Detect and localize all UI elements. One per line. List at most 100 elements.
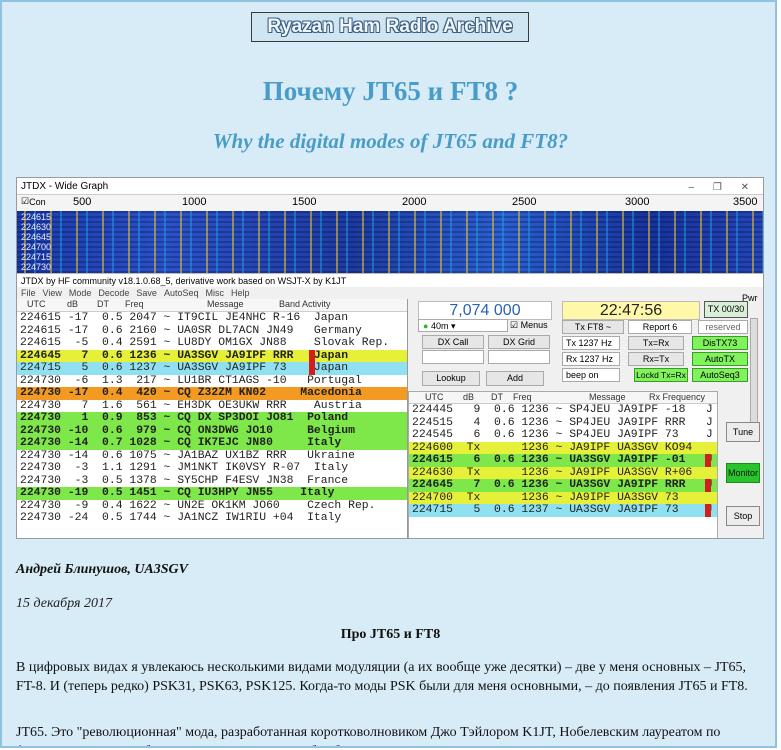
row-text: 224700 Tx 1236 ~ JA9IPF UA3SGV 73: [412, 491, 679, 504]
highlight-marker: [705, 479, 711, 492]
table-row[interactable]: 224615 -17 0.6 2160 ~ UA0SR DL7ACN JN49 …: [17, 324, 407, 337]
highlight-marker: [705, 504, 711, 517]
lookup-button[interactable]: Lookup: [422, 371, 480, 386]
row-text: 224645 7 0.6 1236 ~ UA3SGV JA9IPF RRR Ja…: [20, 349, 349, 362]
table-row[interactable]: 224730 -3 1.1 1291 ~ JM1NKT IK0VSY R-07 …: [17, 462, 407, 475]
table-row[interactable]: 224615 -17 0.5 2047 ~ IT9CIL JE4NHC R-16…: [17, 312, 407, 325]
rx-frequency-pane[interactable]: UTC dB DT Freq Message Rx Frequency 2244…: [408, 391, 718, 538]
rx-frequency-title: Rx Frequency: [649, 392, 706, 402]
menu-item[interactable]: File: [21, 288, 36, 298]
table-row[interactable]: 224730 -3 0.5 1378 ~ SY5CHP F4ESV JN38 F…: [17, 474, 407, 487]
waterfall-display[interactable]: 224615 224630 224645 224700 224715 22473…: [17, 211, 763, 273]
row-text: 224730 -17 0.4 420 ~ CQ Z32ZM KN02 Maced…: [20, 387, 362, 399]
table-row[interactable]: 224615 6 0.6 1236 ~ UA3SGV JA9IPF -01 J: [409, 454, 717, 467]
waterfall-row-label: 224630: [21, 222, 52, 232]
menu-item[interactable]: View: [43, 288, 62, 298]
waterfall-row-label: 224700: [21, 242, 52, 252]
row-text: 224600 Tx 1236 ~ JA9IPF UA3SGV KO94: [412, 441, 693, 454]
table-row[interactable]: 224715 5 0.6 1237 ~ UA3SGV JA9IPF 73 Jap…: [17, 362, 407, 375]
table-row[interactable]: 224515 4 0.6 1236 ~ SP4JEU JA9IPF RRR J: [409, 416, 717, 429]
col-utc: UTC: [425, 392, 444, 402]
scale-label: 3500: [733, 196, 758, 208]
row-text: 224615 6 0.6 1236 ~ UA3SGV JA9IPF -01 J: [412, 454, 713, 466]
band-activity-pane[interactable]: UTC dB DT Freq Message Band Activity 224…: [17, 299, 408, 538]
table-row[interactable]: 224700 Tx 1236 ~ JA9IPF UA3SGV 73: [409, 491, 717, 504]
autoseq3-button[interactable]: AutoSeq3: [692, 368, 748, 382]
col-freq: Freq: [125, 299, 144, 309]
control-panel: 7,074 000 22:47:56 TX 00/30 ● 40m ▾ ☑ Me…: [408, 293, 763, 391]
row-text: 224730 -14 0.7 1028 ~ CQ IK7EJC JN80 Ita…: [20, 437, 342, 449]
table-row[interactable]: 224645 7 0.6 1236 ~ UA3SGV JA9IPF RRR Ja…: [17, 349, 407, 362]
menu-item[interactable]: Save: [136, 288, 157, 298]
band-activity-list: 224615 -17 0.5 2047 ~ IT9CIL JE4NHC R-16…: [17, 312, 407, 525]
menu-item[interactable]: Misc: [205, 288, 224, 298]
row-text: 224615 -17 0.5 2047 ~ IT9CIL JE4NHC R-16…: [20, 312, 349, 324]
wide-graph-titlebar: JTDX - Wide Graph – ❐ ✕: [17, 178, 763, 195]
report-spinbox[interactable]: Report 6: [628, 320, 692, 334]
add-button[interactable]: Add: [486, 371, 544, 386]
band-activity-header: UTC dB DT Freq Message Band Activity: [17, 299, 407, 312]
stop-button[interactable]: Stop: [726, 506, 760, 526]
rx-equals-tx-button[interactable]: Rx=Tx: [628, 352, 684, 366]
waterfall-row-label: 224715: [21, 252, 52, 262]
clock-display: 22:47:56: [562, 301, 700, 320]
row-text: 224615 -17 0.6 2160 ~ UA0SR DL7ACN JN49 …: [20, 324, 362, 337]
table-row[interactable]: 224730 -10 0.6 979 ~ CQ ON3DWG JO10 Belg…: [17, 424, 407, 437]
menus-checkbox[interactable]: ☑ Menus: [510, 319, 550, 332]
table-row[interactable]: 224645 7 0.6 1236 ~ UA3SGV JA9IPF RRR J: [409, 479, 717, 492]
table-row[interactable]: 224730 7 1.6 561 ~ EH3DK OE3UKW RRR Aust…: [17, 399, 407, 412]
paragraph: JT65. Это "революционная" мода, разработ…: [16, 725, 721, 746]
table-row[interactable]: 224730 -6 1.3 217 ~ LU1BR CT1AGS -10 Por…: [17, 374, 407, 387]
dx-call-input[interactable]: [422, 350, 484, 364]
window-buttons-icon[interactable]: – ❐ ✕: [689, 179, 757, 196]
tune-button[interactable]: Tune: [726, 422, 760, 442]
jtdx-screenshot: JTDX - Wide Graph – ❐ ✕ ☑ Con 500 1000 1…: [16, 177, 764, 539]
frequency-scale: ☑ Con 500 1000 1500 2000 2500 3000 3500: [17, 195, 763, 211]
table-row[interactable]: 224730 -17 0.4 420 ~ CQ Z32ZM KN02 Maced…: [17, 387, 407, 400]
table-row[interactable]: 224715 5 0.6 1237 ~ UA3SGV JA9IPF 73 J: [409, 504, 717, 517]
table-row[interactable]: 224730 -19 0.5 1451 ~ CQ IU3HPY JN55 Ita…: [17, 487, 407, 500]
beep-select[interactable]: beep on: [562, 368, 620, 382]
table-row[interactable]: 224445 9 0.6 1236 ~ SP4JEU JA9IPF -18 J: [409, 404, 717, 417]
tx-mode-button[interactable]: Tx FT8 ~: [562, 320, 624, 334]
table-row[interactable]: 224615 -5 0.4 2591 ~ LU8DY OM1GX JN88 Sl…: [17, 337, 407, 350]
monitor-button[interactable]: Monitor: [726, 463, 760, 483]
table-row[interactable]: 224730 -14 0.6 1075 ~ JA1BAZ UX1BZ RRR U…: [17, 449, 407, 462]
row-text: 224730 -19 0.5 1451 ~ CQ IU3HPY JN55 Ita…: [20, 487, 335, 499]
autotx-button[interactable]: AutoTX: [692, 352, 748, 366]
row-text: 224615 -5 0.4 2591 ~ LU8DY OM1GX JN88 Sl…: [20, 337, 390, 349]
row-text: 224730 7 1.6 561 ~ EH3DK OE3UKW RRR Aust…: [20, 399, 362, 412]
table-row[interactable]: 224730 -14 0.7 1028 ~ CQ IK7EJC JN80 Ita…: [17, 437, 407, 450]
row-text: 224730 1 0.9 853 ~ CQ DX SP3DOI JO81 Pol…: [20, 412, 349, 424]
section-heading: Про JT65 и FT8: [340, 627, 441, 642]
table-row[interactable]: 224730 -24 0.5 1744 ~ JA1NCZ IW1RIU +04 …: [17, 512, 407, 525]
table-row[interactable]: 224600 Tx 1236 ~ JA9IPF UA3SGV KO94: [409, 441, 717, 454]
scale-label: 500: [73, 196, 92, 208]
reserved-field[interactable]: reserved: [698, 320, 748, 334]
con-checkbox[interactable]: ☑ Con: [21, 196, 46, 207]
table-row[interactable]: 224630 Tx 1236 ~ JA9IPF UA3SGV R+06: [409, 466, 717, 479]
row-text: 224730 -9 0.4 1622 ~ UN2E OK1KM JO60 Cze…: [20, 499, 376, 512]
highlight-marker: [309, 349, 315, 362]
scale-label: 2000: [402, 196, 427, 208]
col-db: dB: [463, 392, 475, 402]
table-row[interactable]: 224545 6 0.6 1236 ~ SP4JEU JA9IPF 73 J: [409, 429, 717, 442]
menu-item[interactable]: AutoSeq: [164, 288, 199, 298]
author: Андрей Блинушов, UA3SGV: [16, 562, 189, 577]
rx-frequency-spinbox[interactable]: Rx 1237 Hz: [562, 352, 620, 366]
band-select[interactable]: ● 40m ▾: [418, 319, 508, 332]
lock-tx-rx-button[interactable]: Lockd Tx=Rx: [634, 368, 688, 382]
menu-item[interactable]: Decode: [98, 288, 129, 298]
distx73-button[interactable]: DisTX73: [692, 336, 748, 350]
highlight-marker: [705, 454, 711, 467]
dx-grid-input[interactable]: [488, 350, 550, 364]
table-row[interactable]: 224730 -9 0.4 1622 ~ UN2E OK1KM JO60 Cze…: [17, 499, 407, 512]
tx-frequency-spinbox[interactable]: Tx 1237 Hz: [562, 336, 620, 350]
row-text: 224645 7 0.6 1236 ~ UA3SGV JA9IPF RRR J: [412, 479, 713, 491]
table-row[interactable]: 224730 1 0.9 853 ~ CQ DX SP3DOI JO81 Pol…: [17, 412, 407, 425]
menu-item[interactable]: Help: [231, 288, 250, 298]
menu-item[interactable]: Mode: [69, 288, 92, 298]
tx-equals-rx-button[interactable]: Tx=Rx: [628, 336, 684, 350]
site-banner[interactable]: Ryazan Ham Radio Archive: [251, 12, 529, 42]
paragraph: В цифровых видах я увлекаюсь несколькими…: [16, 660, 748, 694]
